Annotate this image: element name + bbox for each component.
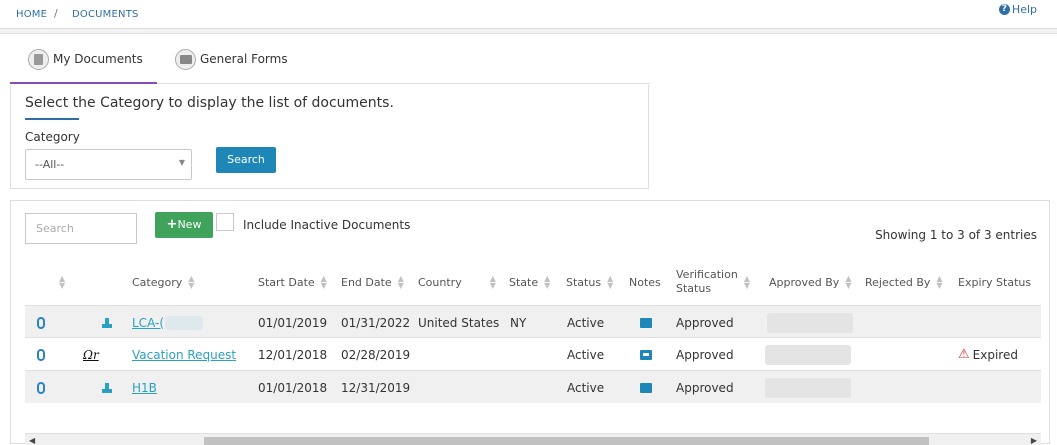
sort-column-header[interactable]: ▲ ▼: [53, 259, 65, 305]
entries-info: Showing 1 to 3 of 3 entries: [875, 228, 1037, 242]
verification-status: Approved: [676, 380, 734, 395]
category-link[interactable]: H1B: [132, 371, 157, 404]
table-row: Ωr Vacation Request 12/01/2018 02/28/201…: [25, 337, 1041, 370]
scroll-right-icon[interactable]: ▶: [1031, 436, 1037, 445]
new-button-label: New: [177, 218, 202, 231]
sort-icon: ▲ ▼: [59, 274, 66, 290]
expiry-status: ⚠ Expired: [958, 347, 1018, 362]
status: Active: [567, 347, 605, 362]
start-date: 01/01/2019: [258, 315, 328, 330]
sort-icon: ▲ ▼: [845, 274, 852, 290]
download-icon[interactable]: [102, 306, 112, 339]
signature-icon[interactable]: Ωr: [83, 338, 99, 371]
scroll-left-icon[interactable]: ◀: [29, 436, 35, 445]
approved-by-redacted: [765, 371, 851, 404]
sort-icon: ▲ ▼: [743, 274, 750, 290]
state: NY: [510, 315, 527, 330]
header-end-date[interactable]: End Date ▲ ▼: [341, 259, 404, 305]
horizontal-scrollbar[interactable]: ◀ ▶: [25, 433, 1041, 445]
folder-icon: [175, 49, 196, 70]
search-button[interactable]: Search: [216, 147, 276, 173]
include-inactive-checkbox[interactable]: [216, 213, 234, 231]
header-notes[interactable]: Notes: [629, 259, 661, 305]
header-approved-by[interactable]: Approved By ▲ ▼: [769, 259, 851, 305]
breadcrumb-home[interactable]: HOME: [16, 9, 47, 20]
attachment-icon[interactable]: [37, 306, 45, 339]
filter-title: Select the Category to display the list …: [25, 95, 394, 111]
sort-icon: ▲ ▼: [320, 274, 327, 290]
sort-icon: ▲ ▼: [544, 274, 551, 290]
category-filter: Select the Category to display the list …: [10, 85, 649, 189]
plus-icon: +: [166, 217, 178, 232]
table-row: H1B 01/01/2018 12/31/2019 Active Approve…: [25, 370, 1041, 403]
redacted-text: [165, 315, 204, 330]
header-country[interactable]: Country ▲ ▼: [418, 259, 496, 305]
tab-general-forms[interactable]: General Forms: [175, 49, 288, 84]
help-label: Help: [1011, 3, 1037, 16]
notes-icon[interactable]: [640, 306, 652, 339]
sort-icon: ▲ ▼: [397, 274, 404, 290]
approved-by-redacted: [765, 338, 851, 371]
breadcrumb-documents[interactable]: DOCUMENTS: [72, 9, 139, 20]
category-select-value: --All--: [35, 158, 65, 171]
header-rejected-by[interactable]: Rejected By ▲ ▼: [865, 259, 943, 305]
end-date: 01/31/2022: [341, 315, 411, 330]
notes-icon[interactable]: [640, 338, 652, 371]
header-expiry-status[interactable]: Expiry Status: [958, 259, 1031, 305]
documents-panel: My Documents General Forms Select the Ca…: [0, 33, 1057, 445]
table-row: LCA-( 01/01/2019 01/31/2022 United State…: [25, 305, 1041, 338]
header-category[interactable]: Category ▲ ▼: [132, 259, 194, 305]
warning-icon: ⚠: [958, 347, 970, 362]
end-date: 02/28/2019: [341, 347, 411, 362]
verification-status: Approved: [676, 347, 734, 362]
attachment-icon[interactable]: [37, 371, 45, 404]
category-link[interactable]: LCA-(: [132, 306, 204, 339]
sort-icon: ▲ ▼: [936, 274, 943, 290]
document-icon: [28, 49, 49, 70]
country: United States: [418, 315, 500, 330]
top-bar: HOME / DOCUMENTS ? Help: [0, 0, 1057, 29]
category-link[interactable]: Vacation Request: [132, 338, 236, 371]
caret-down-icon: ▼: [178, 158, 185, 167]
attachment-icon[interactable]: [37, 338, 45, 371]
sort-icon: ▲ ▼: [188, 274, 195, 290]
title-underline: [25, 118, 79, 120]
table-header: ▲ ▼ Category ▲ ▼ Start Date ▲ ▼ End Date ▲ ▼ Co…: [25, 259, 1041, 305]
start-date: 01/01/2018: [258, 380, 328, 395]
header-state[interactable]: State ▲ ▼: [509, 259, 550, 305]
verification-status: Approved: [676, 315, 734, 330]
tab-my-documents-label: My Documents: [53, 52, 143, 66]
category-label: Category: [25, 130, 80, 144]
notes-icon[interactable]: [640, 371, 652, 404]
tab-my-documents[interactable]: My Documents: [10, 49, 157, 84]
category-select[interactable]: --All-- ▼: [25, 149, 192, 180]
header-status[interactable]: Status ▲ ▼: [566, 259, 613, 305]
header-verification-status[interactable]: Verification Status ▲ ▼: [676, 259, 750, 305]
header-start-date[interactable]: Start Date ▲ ▼: [258, 259, 327, 305]
approved-by-redacted: [767, 306, 853, 339]
search-input[interactable]: Search: [25, 213, 137, 244]
sort-icon: ▲ ▼: [489, 274, 496, 290]
breadcrumb-separator: /: [54, 7, 58, 20]
start-date: 12/01/2018: [258, 347, 328, 362]
end-date: 12/31/2019: [341, 380, 411, 395]
help-link[interactable]: ? Help: [998, 3, 1037, 16]
status: Active: [567, 380, 605, 395]
download-icon[interactable]: [102, 371, 112, 404]
include-inactive-label: Include Inactive Documents: [243, 218, 411, 232]
status: Active: [567, 315, 605, 330]
document-tabs: My Documents General Forms: [10, 42, 650, 84]
scrollbar-thumb[interactable]: [204, 437, 929, 445]
help-icon: ?: [998, 4, 1010, 15]
new-button[interactable]: +New: [155, 212, 213, 238]
documents-list: Search +New Include Inactive Documents S…: [10, 200, 1050, 445]
sort-icon: ▲ ▼: [607, 274, 614, 290]
tab-general-forms-label: General Forms: [200, 52, 288, 66]
